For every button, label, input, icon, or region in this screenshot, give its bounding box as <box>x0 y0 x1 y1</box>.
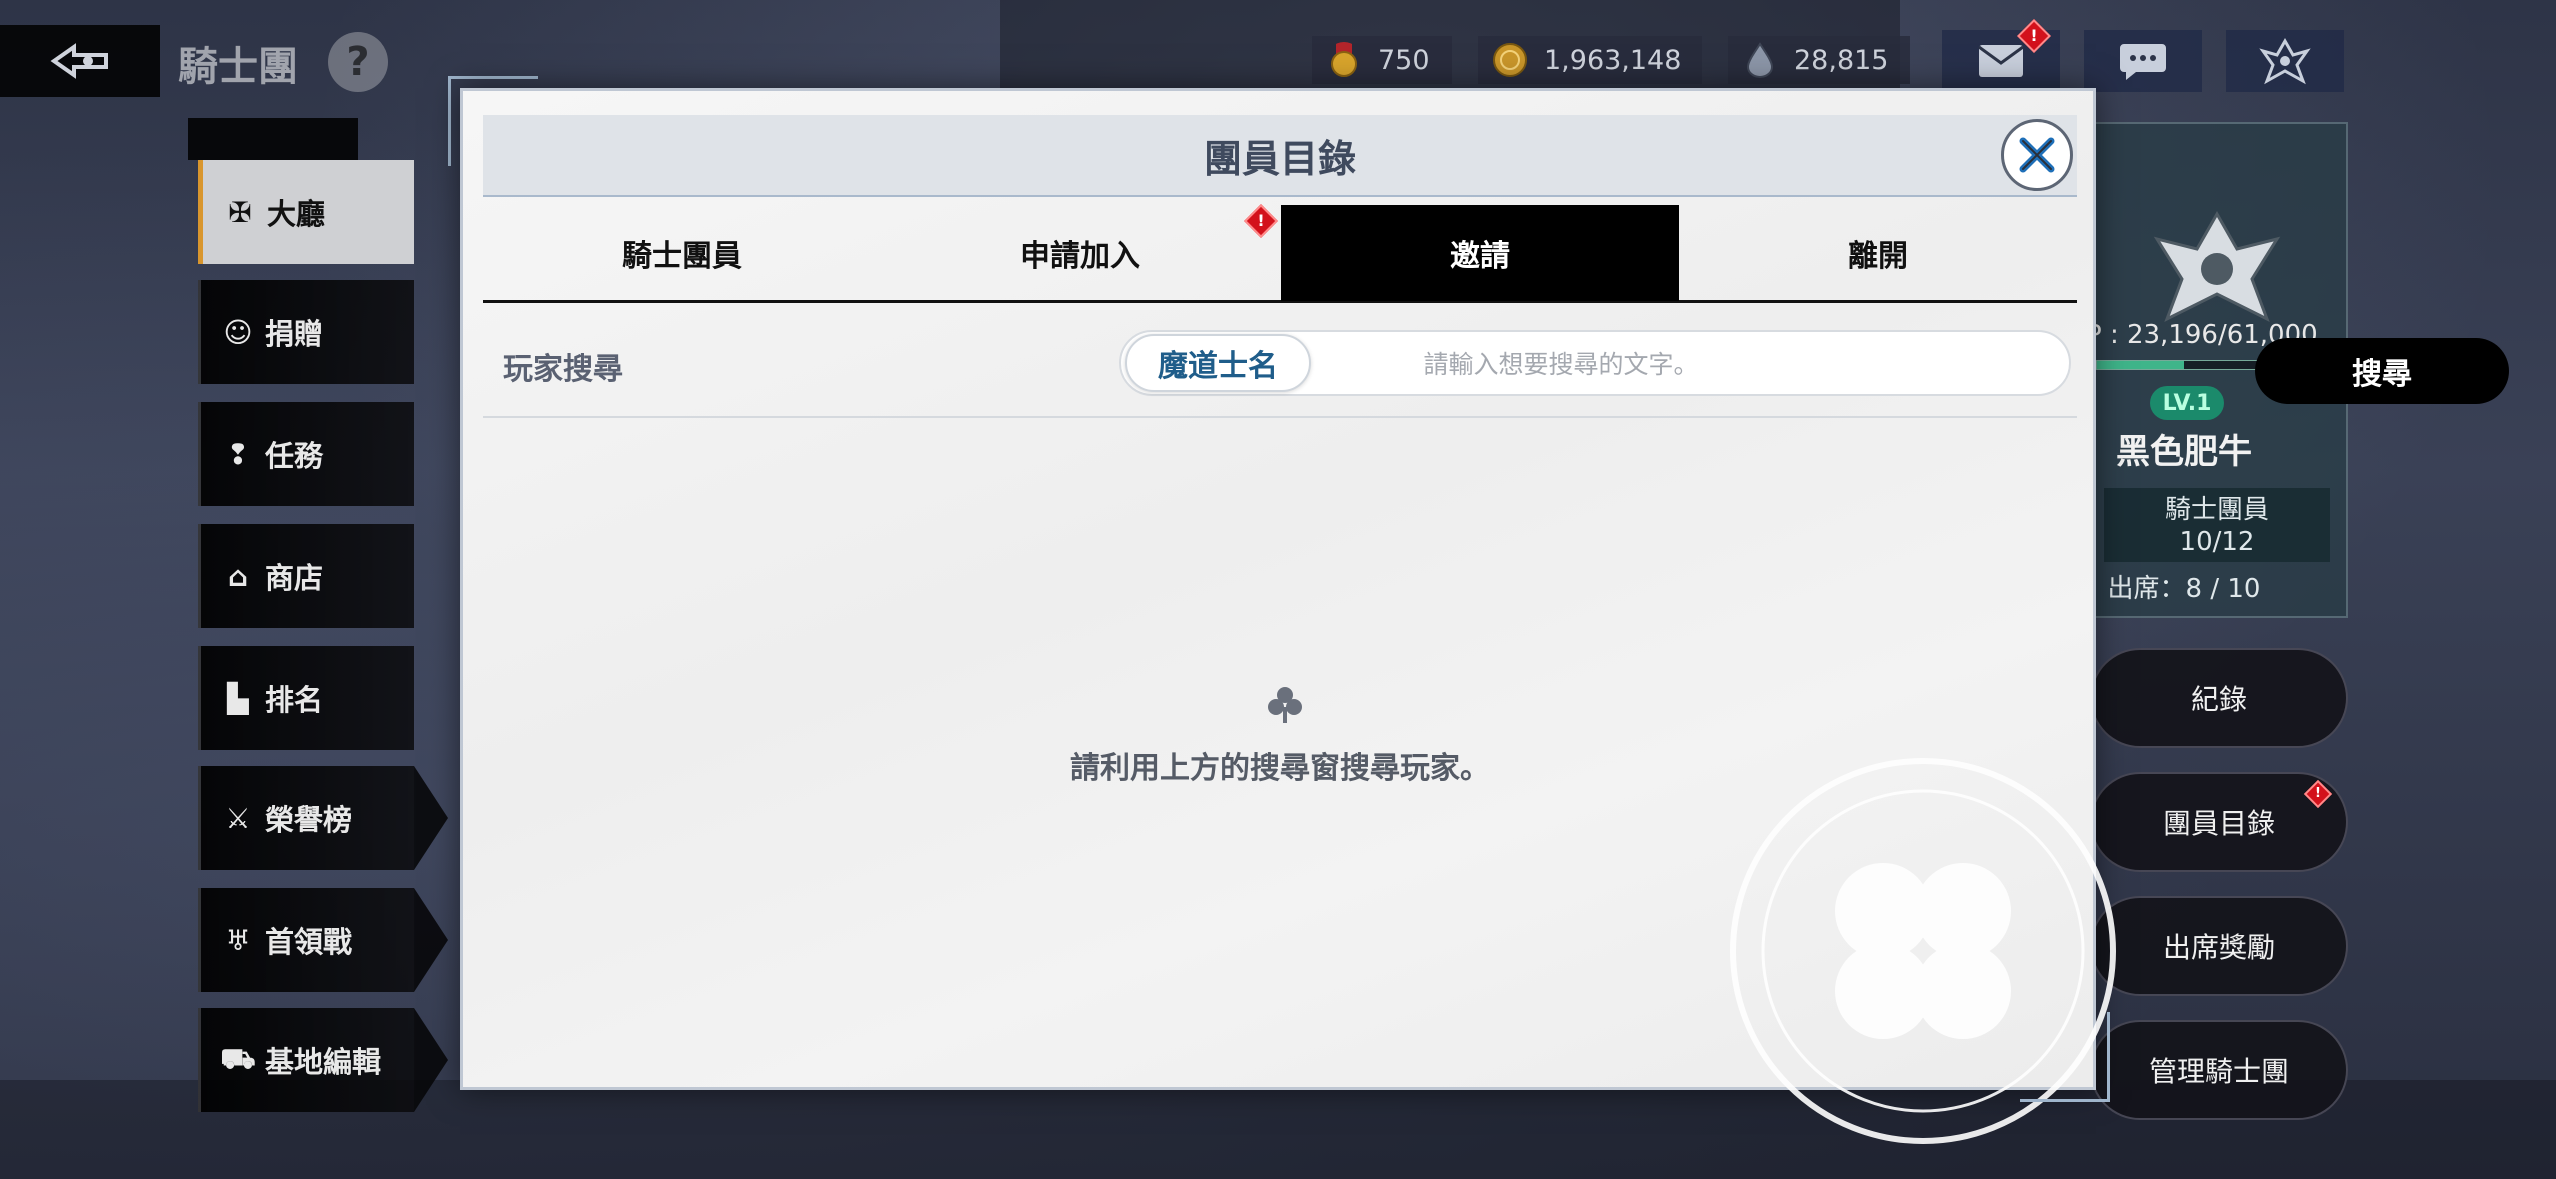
sidebar-item-honor[interactable]: ⚔ 榮譽榜 <box>198 766 448 870</box>
ranking-icon: ▙ <box>227 681 249 715</box>
guild-level-badge: LV.1 <box>2150 386 2224 420</box>
sidebar-item-label: 排名 <box>265 683 324 717</box>
donate-icon: ☺ <box>223 315 253 349</box>
empty-state-message: 請利用上方的搜尋窗搜尋玩家。 <box>1070 751 1490 786</box>
member-label: 騎士團員 <box>2164 495 2269 525</box>
chat-icon <box>2120 44 2166 80</box>
mail-icon <box>1978 45 2024 77</box>
modal-corner-decoration <box>2020 1012 2110 1102</box>
guild-emblem-icon <box>2259 37 2311 85</box>
sidebar-item-donate[interactable]: ☺ 捐贈 <box>198 280 414 384</box>
mana-drop-icon <box>1746 42 1774 78</box>
medal-currency: 750 <box>1312 36 1452 84</box>
tab-applications[interactable]: 申請加入 ! <box>881 204 1279 301</box>
clover-icon <box>1268 687 1302 723</box>
sidebar-item-label: 大廳 <box>267 197 326 231</box>
member-list-dialog: 團員目錄 騎士團員 申請加入 ! 邀請 離開 玩家搜尋 魔道士名 搜尋 請利用上… <box>460 88 2509 1144</box>
sidebar-item-quest[interactable]: ❢ 任務 <box>198 402 414 506</box>
quest-icon: ❢ <box>226 437 250 471</box>
tab-leave[interactable]: 離開 <box>1679 205 2077 301</box>
sidebar-item-lobby[interactable]: ✠ 大廳 <box>198 160 414 264</box>
guild-exp-fill <box>2097 361 2185 369</box>
sidebar-item-label: 任務 <box>265 439 324 473</box>
sidebar-item-label: 基地編輯 <box>265 1045 382 1079</box>
sidebar-item-boss[interactable]: ♅ 首領戰 <box>198 888 448 992</box>
tab-members[interactable]: 騎士團員 <box>483 205 881 301</box>
player-search-label: 玩家搜尋 <box>503 352 623 387</box>
member-list-badge: ! <box>2303 779 2333 809</box>
player-search-row: 玩家搜尋 魔道士名 搜尋 <box>483 306 2509 418</box>
shop-icon: ⌂ <box>227 559 249 593</box>
tab-bar: 騎士團員 申請加入 ! 邀請 離開 <box>483 203 2077 303</box>
guild-emblem-button[interactable] <box>2226 30 2344 92</box>
records-button[interactable]: 紀錄 <box>2090 648 2348 748</box>
member-count: 10/12 <box>2179 527 2255 557</box>
screen-title: 騎士團 <box>178 44 298 90</box>
search-input[interactable] <box>1321 338 1801 390</box>
sidebar-header <box>188 118 358 160</box>
close-button[interactable] <box>2001 119 2073 191</box>
help-button[interactable]: ? <box>328 32 388 92</box>
gold-coin-icon <box>1493 43 1527 77</box>
chat-button[interactable] <box>2084 30 2202 92</box>
gold-amount: 1,963,148 <box>1544 44 1682 76</box>
close-icon <box>2019 137 2055 173</box>
gold-currency: 1,963,148 <box>1478 36 1702 84</box>
crest-icon: ✠ <box>228 195 252 229</box>
tab-invite[interactable]: 邀請 <box>1281 205 1679 301</box>
mana-currency: 28,815 <box>1728 36 1910 84</box>
sidebar-item-label: 商店 <box>265 561 324 595</box>
back-arrow-icon <box>50 43 108 79</box>
sidebar-item-label: 捐贈 <box>265 317 324 351</box>
attendance-text: 出席：8 / 10 <box>2107 574 2261 604</box>
search-field: 魔道士名 搜尋 <box>1119 330 2509 404</box>
sidebar-item-label: 榮譽榜 <box>265 803 353 837</box>
member-list-label: 團員目錄 <box>2162 807 2275 840</box>
guild-name: 黑色肥牛 <box>2116 432 2252 472</box>
medal-icon <box>1331 42 1357 77</box>
mana-amount: 28,815 <box>1794 44 1889 76</box>
sidebar-item-shop[interactable]: ⌂ 商店 <box>198 524 414 628</box>
dialog-title: 團員目錄 <box>483 115 2077 197</box>
member-count-box: 騎士團員 10/12 <box>2104 488 2330 562</box>
search-type-selector[interactable]: 魔道士名 <box>1125 334 1311 392</box>
boss-icon: ♅ <box>225 923 251 957</box>
sidebar-item-label: 首領戰 <box>265 925 353 959</box>
medal-amount: 750 <box>1378 44 1430 76</box>
tab-label: 申請加入 <box>1020 239 1140 274</box>
back-button[interactable] <box>0 25 160 97</box>
sidebar-item-ranking[interactable]: ▙ 排名 <box>198 646 414 750</box>
base-edit-icon: ⛟ <box>220 1041 256 1075</box>
applications-notification-badge: ! <box>1244 204 1278 238</box>
sidebar-item-base-edit[interactable]: ⛟ 基地編輯 <box>198 1008 448 1112</box>
swords-icon: ⚔ <box>225 801 251 835</box>
mail-button[interactable]: ! <box>1942 19 2060 92</box>
search-button[interactable]: 搜尋 <box>2255 338 2509 404</box>
